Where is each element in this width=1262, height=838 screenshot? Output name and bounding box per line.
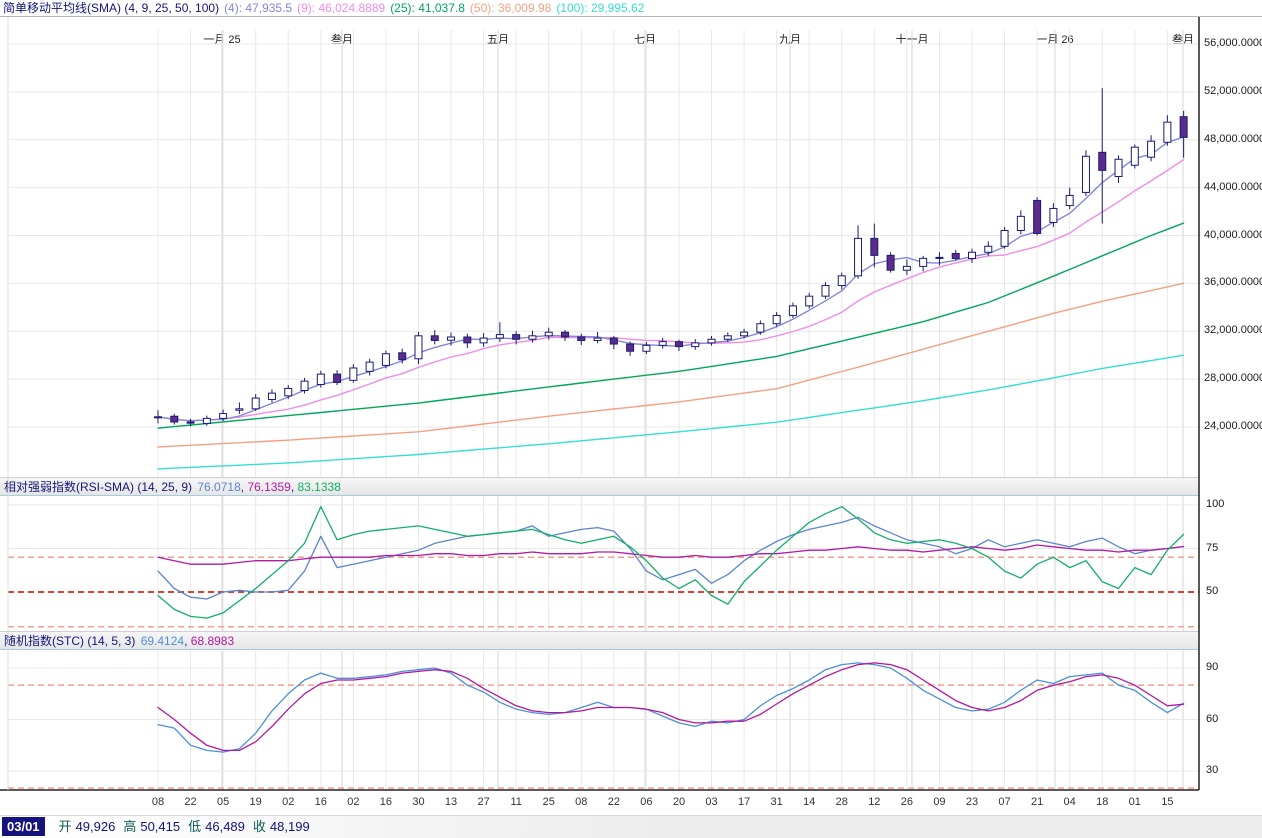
status-field-label: 收 (253, 819, 266, 834)
date-axis-label: 09 (933, 796, 945, 808)
sma-legend-value: (9): 46,024.8889 (297, 1, 385, 15)
date-axis-label: 21 (1031, 796, 1043, 808)
month-axis-label: 一月 25 (203, 31, 240, 47)
sma-legend-values: (4): 47,935.5 (9): 46,024.8889 (25): 41,03… (219, 1, 644, 15)
indicator-value-separator (135, 634, 138, 648)
status-field-value: 49,926 (76, 819, 116, 834)
indicator-value: 76.1359 (247, 480, 290, 494)
date-axis-label: 16 (315, 796, 327, 808)
sma-legend-value: (50): 36,009.98 (470, 1, 551, 15)
stc-panel-header[interactable]: 随机指数(STC) (14, 5, 3) 69.4124, 68.8983 (0, 631, 1199, 650)
stc-axis-tick: 90 (1206, 661, 1218, 673)
date-axis-label: 14 (803, 796, 815, 808)
date-axis-label: 23 (966, 796, 978, 808)
status-field-value: 46,489 (205, 819, 245, 834)
price-axis-tick: 32,000.0000 (1204, 324, 1262, 336)
sma-legend-value: (100): 29,995.62 (556, 1, 644, 15)
indicator-value-separator: , (184, 634, 191, 648)
date-axis-label: 08 (152, 796, 164, 808)
month-axis-label: 十一月 (896, 31, 929, 47)
price-axis-tick: 56,000.0000 (1204, 37, 1262, 49)
date-axis-label: 12 (868, 796, 880, 808)
price-axis-tick: 48,000.0000 (1204, 133, 1262, 145)
price-axis-tick: 52,000.0000 (1204, 85, 1262, 97)
rsi-panel-header[interactable]: 相对强弱指数(RSI-SMA) (14, 25, 9) 76.0718, 76.… (0, 477, 1199, 496)
candlestick-plot-area[interactable] (0, 17, 1199, 477)
date-axis-label: 25 (543, 796, 555, 808)
sma-legend-value: (4): 47,935.5 (224, 1, 292, 15)
rsi-axis-tick: 50 (1206, 585, 1218, 597)
date-axis-label: 08 (575, 796, 587, 808)
status-field-label: 开 (59, 819, 72, 834)
sma-legend-title: 简单移动平均线(SMA) (4, 9, 25, 50, 100) (3, 1, 219, 15)
month-axis-label: 九月 (779, 31, 801, 47)
date-axis-label: 05 (217, 796, 229, 808)
date-axis-label: 15 (1161, 796, 1173, 808)
date-axis-label: 30 (412, 796, 424, 808)
date-axis-label: 31 (771, 796, 783, 808)
status-field-label: 低 (188, 819, 201, 834)
indicator-value: 68.8983 (191, 634, 234, 648)
status-date-badge: 03/01 (2, 817, 45, 836)
status-field-value: 48,199 (270, 819, 310, 834)
date-axis-label: 02 (347, 796, 359, 808)
date-axis-label: 19 (250, 796, 262, 808)
date-axis-label: 18 (1096, 796, 1108, 808)
date-axis-label: 27 (477, 796, 489, 808)
price-axis-tick: 28,000.0000 (1204, 372, 1262, 384)
date-axis-label: 13 (445, 796, 457, 808)
date-axis-label: 28 (836, 796, 848, 808)
date-axis-label: 20 (673, 796, 685, 808)
date-axis-label: 11 (510, 796, 521, 808)
price-axis-tick: 36,000.0000 (1204, 276, 1262, 288)
date-axis-label: 16 (380, 796, 392, 808)
stc-axis-tick: 30 (1206, 764, 1218, 776)
date-axis-label: 03 (705, 796, 717, 808)
rsi-panel-values: 76.0718, 76.1359, 83.1338 (192, 480, 341, 494)
stc-panel-title: 随机指数(STC) (14, 5, 3) (4, 634, 135, 648)
status-field-value: 50,415 (140, 819, 180, 834)
stock-chart-window: 简单移动平均线(SMA) (4, 9, 25, 50, 100)(4): 47,… (0, 0, 1262, 837)
month-axis-label: 叁月 (1172, 31, 1194, 47)
stc-plot-area[interactable] (0, 650, 1199, 790)
date-axis-label: 04 (1064, 796, 1076, 808)
indicator-value: 76.0718 (197, 480, 240, 494)
date-axis-label: 07 (998, 796, 1010, 808)
date-axis-label: 26 (901, 796, 913, 808)
date-axis-label: 22 (608, 796, 620, 808)
indicator-value-separator (192, 480, 195, 494)
rsi-axis-tick: 75 (1206, 542, 1218, 554)
month-axis-label: 叁月 (331, 31, 353, 47)
price-axis-tick: 44,000.0000 (1204, 181, 1262, 193)
ohlc-status-bar: 03/01 开 49,926 高 50,415 低 46,489 收 48,199 (0, 815, 1262, 838)
date-axis-label: 02 (282, 796, 294, 808)
rsi-plot-area[interactable] (0, 496, 1199, 631)
month-axis-label: 五月 (487, 31, 509, 47)
price-axis-tick: 40,000.0000 (1204, 229, 1262, 241)
sma-legend-value: (25): 41,037.8 (390, 1, 465, 15)
status-field-label: 高 (123, 819, 136, 834)
date-axis-label: 22 (184, 796, 196, 808)
date-axis-label: 06 (640, 796, 652, 808)
rsi-axis-tick: 100 (1206, 498, 1224, 510)
indicator-value: 69.4124 (141, 634, 184, 648)
status-ohlc-fields: 开 49,926 高 50,415 低 46,489 收 48,199 (51, 819, 310, 834)
stc-axis-tick: 60 (1206, 713, 1218, 725)
indicator-value-separator: , (291, 480, 298, 494)
month-axis-label: 七月 (634, 31, 656, 47)
date-axis-label: 17 (738, 796, 750, 808)
price-axis-tick: 24,000.0000 (1204, 420, 1262, 432)
rsi-panel-title: 相对强弱指数(RSI-SMA) (14, 25, 9) (4, 480, 192, 494)
stc-panel-values: 69.4124, 68.8983 (135, 634, 234, 648)
sma-legend-bar: 简单移动平均线(SMA) (4, 9, 25, 50, 100)(4): 47,… (0, 0, 1262, 17)
month-axis-label: 一月 26 (1036, 31, 1073, 47)
indicator-value: 83.1338 (298, 480, 341, 494)
date-axis-label: 01 (1129, 796, 1141, 808)
